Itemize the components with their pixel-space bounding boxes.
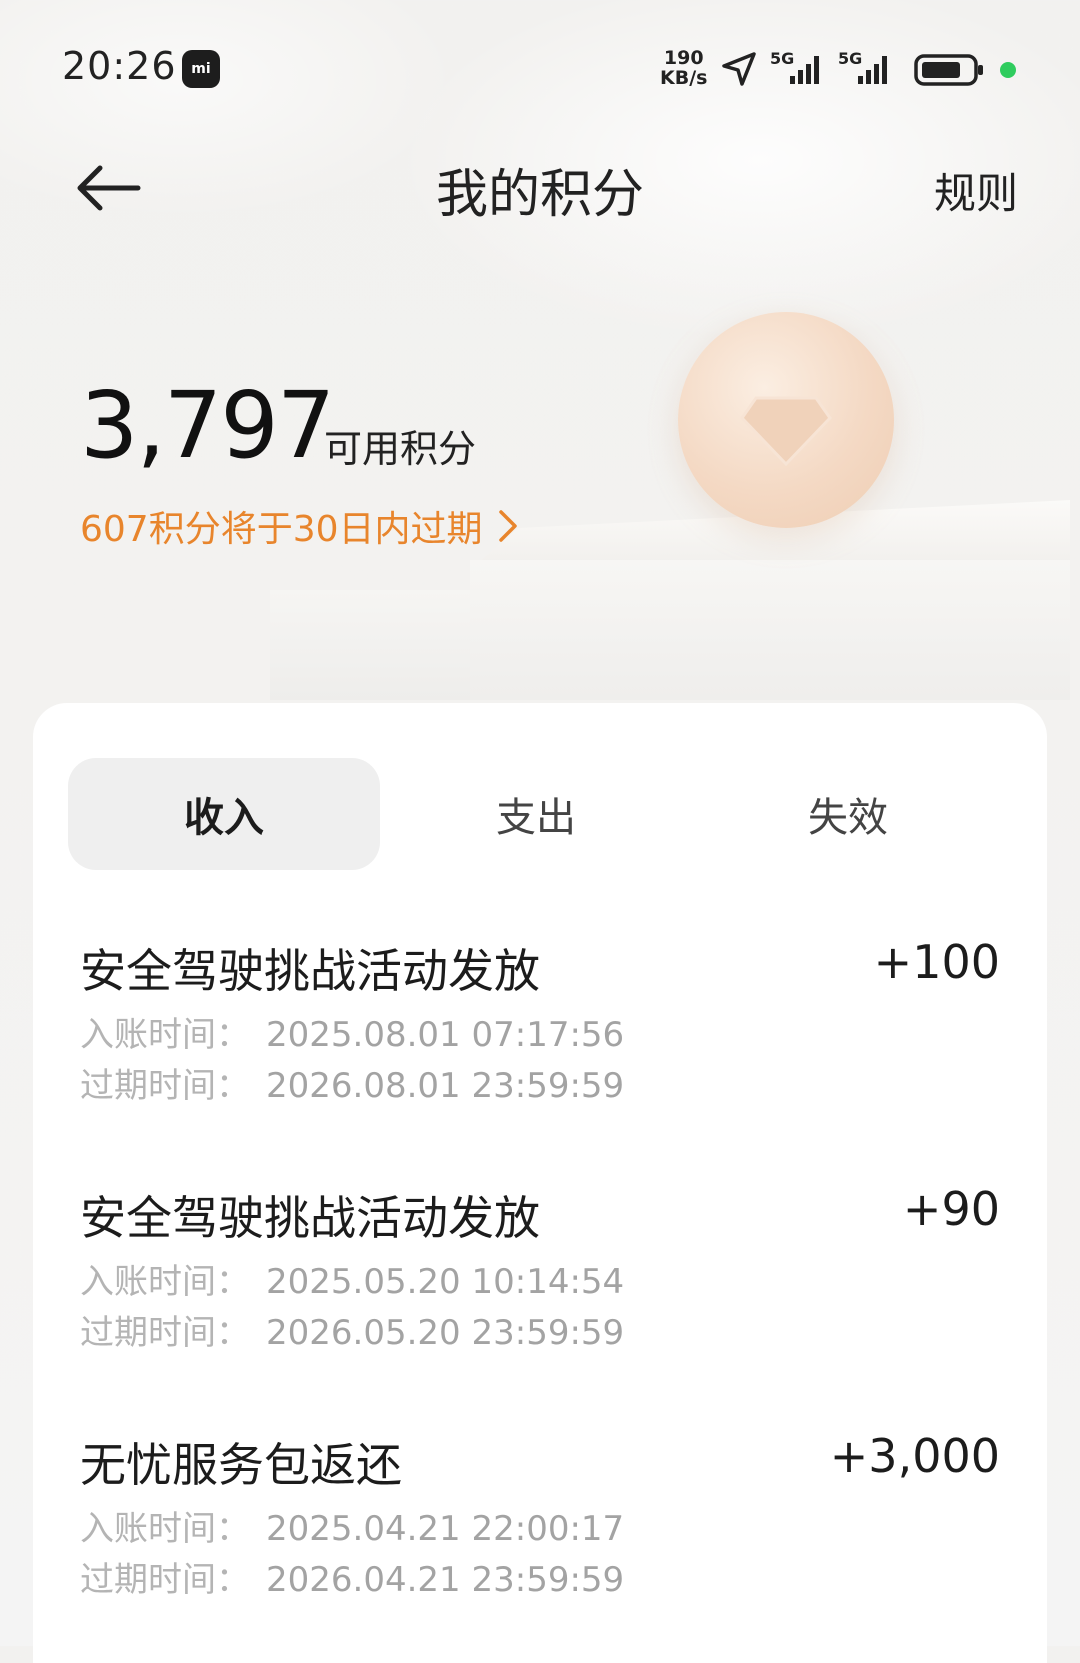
record-credit-time: 入账时间： 2025.05.20 10:14:54 [80,1254,624,1303]
record-amount: +90 [902,1182,1000,1236]
expire-time-value: 2026.04.21 23:59:59 [266,1560,625,1600]
credit-time-value: 2025.05.20 10:14:54 [266,1262,625,1302]
chevron-right-icon [498,510,517,542]
signal-bars-icon-2: 5G [838,49,887,84]
record-expire-time: 过期时间： 2026.05.20 23:59:59 [80,1305,624,1354]
rules-link[interactable]: 规则 [934,160,1018,221]
credit-time-label: 入账时间： [80,1262,250,1302]
credit-time-label: 入账时间： [80,1015,250,1055]
record-title: 无忧服务包返还 [80,1438,402,1492]
status-dot-icon [1000,62,1016,78]
record-title: 安全驾驶挑战活动发放 [80,1191,540,1245]
list-item[interactable]: 无忧服务包返还 +3,000 入账时间： 2025.04.21 22:00:17 … [80,1429,1000,1649]
location-arrow-icon [722,52,756,86]
record-amount: +3,000 [829,1429,1000,1483]
expire-time-value: 2026.05.20 23:59:59 [266,1313,625,1353]
record-expire-time: 过期时间： 2026.08.01 23:59:59 [80,1058,624,1107]
back-button[interactable] [74,158,144,218]
expire-notice-link[interactable]: 607积分将于30日内过期 [80,500,519,552]
battery-icon [914,54,983,86]
points-label: 可用积分 [324,427,477,471]
credit-time-value: 2025.04.21 22:00:17 [266,1509,625,1549]
network-speed: 190 KB/s [660,48,707,88]
record-expire-time: 过期时间： 2026.04.21 23:59:59 [80,1552,624,1601]
record-credit-time: 入账时间： 2025.04.21 22:00:17 [80,1501,624,1550]
tab-expired[interactable]: 失效 [692,758,1004,870]
expire-time-label: 过期时间： [80,1313,250,1353]
signal-label-2: 5G [838,49,862,68]
credit-time-label: 入账时间： [80,1509,250,1549]
network-speed-unit: KB/s [660,67,708,89]
mi-app-icon: mi [182,50,220,88]
list-item[interactable]: 安全驾驶挑战活动发放 +90 入账时间： 2025.05.20 10:14:54 … [80,1182,1000,1402]
points-value: 3,797 [80,372,335,479]
arrow-left-icon [77,165,141,211]
diamond-coin-icon [678,312,894,528]
tab-income[interactable]: 收入 [68,758,380,870]
signal-label-1: 5G [770,49,794,68]
record-amount: +100 [873,935,1000,989]
records-tabs: 收入 支出 失效 [68,758,1012,870]
record-title: 安全驾驶挑战活动发放 [80,944,540,998]
network-speed-value: 190 [663,47,704,69]
record-credit-time: 入账时间： 2025.08.01 07:17:56 [80,1007,624,1056]
signal-bars-icon: 5G [770,49,819,84]
credit-time-value: 2025.08.01 07:17:56 [266,1015,625,1055]
expire-notice-text: 607积分将于30日内过期 [80,509,483,550]
list-item[interactable]: 安全驾驶挑战活动发放 +100 入账时间： 2025.08.01 07:17:56… [80,935,1000,1155]
tab-expense[interactable]: 支出 [380,758,692,870]
expire-time-value: 2026.08.01 23:59:59 [266,1066,625,1106]
status-time: 20:26 [62,44,177,88]
status-bar: 20:26 mi 190 KB/s 5G 5G [0,0,1080,140]
pedestal-decoration [470,560,1070,700]
expire-time-label: 过期时间： [80,1560,250,1600]
expire-time-label: 过期时间： [80,1066,250,1106]
